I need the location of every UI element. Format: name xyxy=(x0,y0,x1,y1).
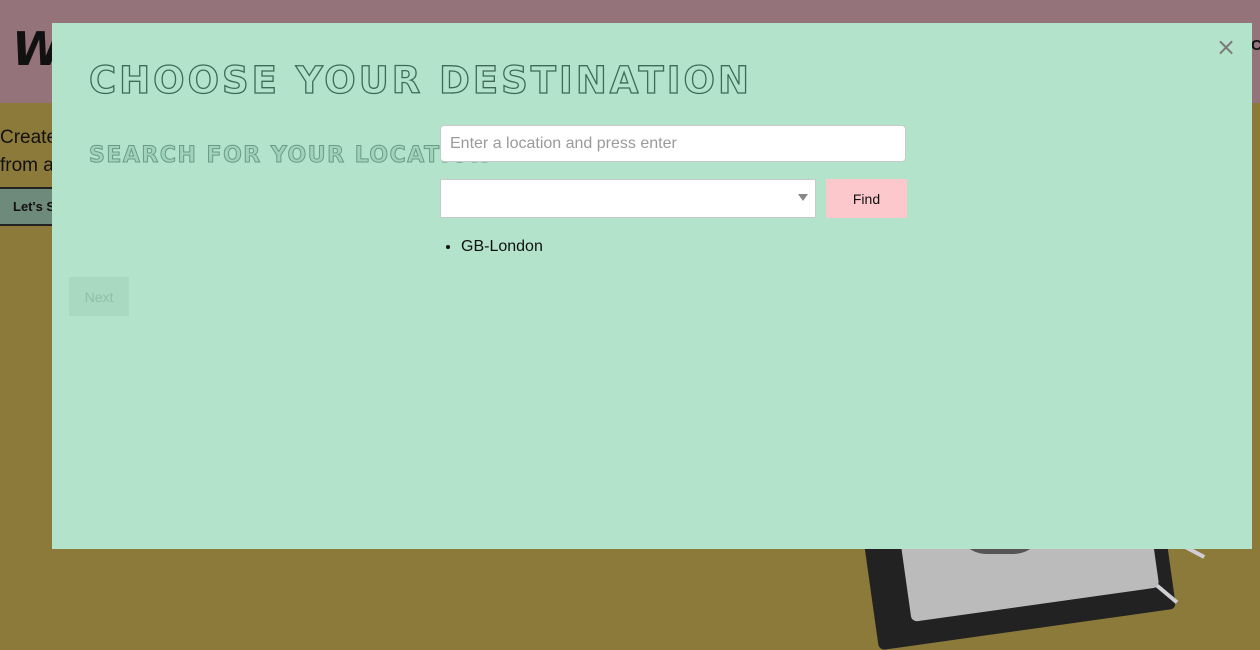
intro-line-1: Create xyxy=(0,127,58,148)
chevron-down-icon xyxy=(798,194,808,201)
close-icon[interactable]: × xyxy=(1215,35,1237,59)
location-search-input[interactable] xyxy=(440,125,906,162)
find-button[interactable]: Find xyxy=(826,179,907,218)
destination-modal: × CHOOSE YOUR DESTINATION SEARCH FOR YOU… xyxy=(52,23,1252,549)
list-item[interactable]: GB-London xyxy=(461,235,543,259)
lets-start-button[interactable]: Let's S xyxy=(0,187,54,226)
next-button[interactable]: Next xyxy=(69,277,129,316)
location-results: GB-London xyxy=(440,235,543,259)
search-location-label: SEARCH FOR YOUR LOCATION xyxy=(88,143,491,169)
nav-link-fragment[interactable]: C xyxy=(1251,37,1260,54)
location-select[interactable] xyxy=(440,179,816,218)
intro-text: Create from a xyxy=(0,124,60,180)
modal-title: CHOOSE YOUR DESTINATION xyxy=(88,58,752,102)
intro-line-2: from a xyxy=(0,155,54,176)
